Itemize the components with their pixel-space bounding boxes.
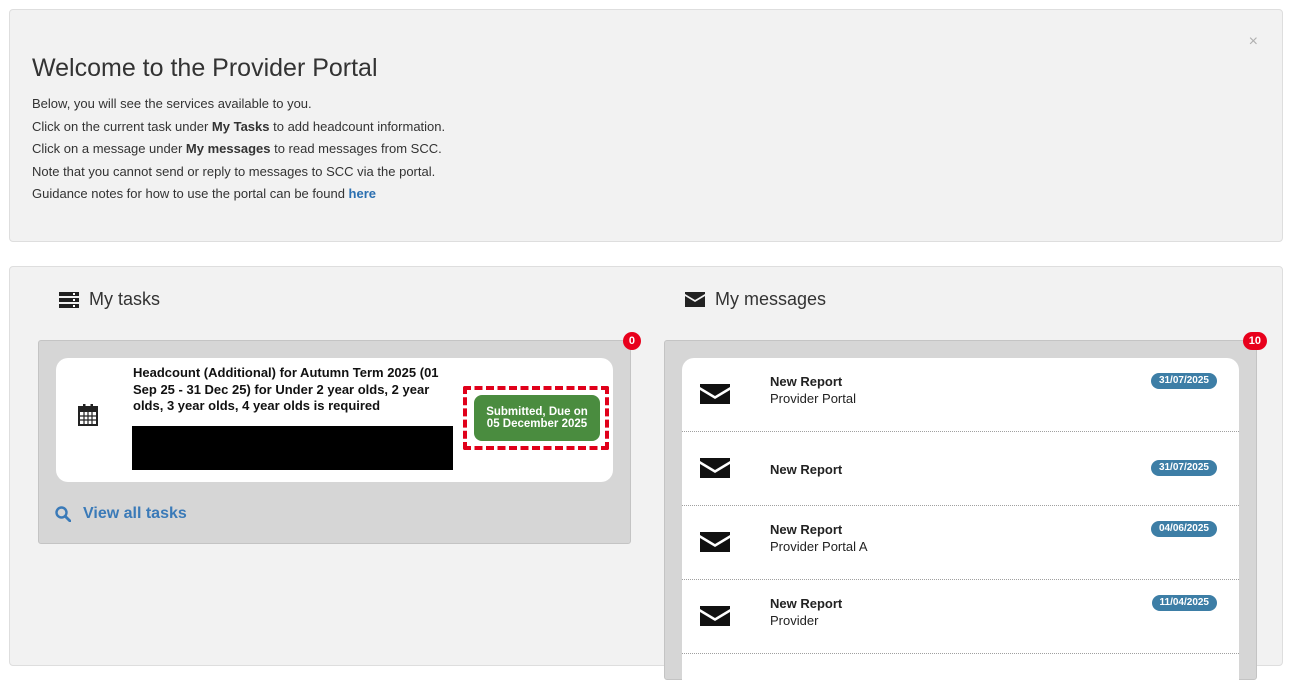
message-item[interactable]: New Report 31/07/2025 <box>682 432 1239 506</box>
message-sender: Provider <box>770 613 819 628</box>
message-item[interactable]: New Report Provider Portal 31/07/2025 <box>682 358 1239 432</box>
envelope-icon <box>700 606 730 626</box>
task-card[interactable]: Headcount (Additional) for Autumn Term 2… <box>56 358 613 482</box>
instruction-text: Guidance notes for how to use the portal… <box>32 186 349 202</box>
guidance-link[interactable]: here <box>349 186 376 201</box>
tasks-heading-label: My tasks <box>89 289 161 309</box>
messages-well: 10 New Report Provider Portal 31/07/2025… <box>664 332 1267 688</box>
message-date-badge: 04/06/2025 <box>1150 521 1217 537</box>
messages-count-badge: 10 <box>1242 332 1267 350</box>
calendar-icon <box>78 404 98 426</box>
welcome-instructions: Below, you will see the services availab… <box>32 93 445 206</box>
envelope-icon <box>685 292 705 307</box>
message-subject: New Report <box>770 374 843 389</box>
close-button[interactable]: × <box>1249 34 1258 50</box>
message-subject: New Report <box>770 596 843 611</box>
instruction-text: Click on the current task under <box>32 118 212 134</box>
tasks-count-badge: 0 <box>622 332 641 350</box>
messages-heading: My messages <box>685 289 826 310</box>
view-all-tasks-link[interactable]: View all tasks <box>55 505 187 523</box>
envelope-icon <box>700 384 730 404</box>
message-subject: New Report <box>770 462 843 477</box>
message-item[interactable]: New Report Provider Portal A 04/06/2025 <box>682 506 1239 580</box>
dashboard-panel: My tasks My messages 0 Headcount (Additi… <box>9 266 1283 688</box>
envelope-icon <box>700 458 730 478</box>
server-icon <box>59 291 79 308</box>
instruction-line-1: Below, you will see the services availab… <box>32 96 312 111</box>
message-sender: Provider Portal A <box>770 539 868 554</box>
instruction-bold: My messages <box>185 141 271 157</box>
tasks-heading: My tasks <box>59 289 160 310</box>
instruction-text: to add headcount information. <box>269 118 446 134</box>
task-status-badge: Submitted, Due on 05 December 2025 <box>474 395 600 441</box>
tasks-well: 0 Headcount (Additional) for Autumn Term… <box>38 332 641 544</box>
task-title[interactable]: Headcount (Additional) for Autumn Term 2… <box>133 365 453 415</box>
messages-heading-label: My messages <box>715 289 827 309</box>
instruction-line-3: Click on a message under My messages to … <box>32 138 445 161</box>
message-date-badge: 31/07/2025 <box>1150 460 1217 476</box>
message-subject: New Report <box>770 522 843 537</box>
message-date-badge: 11/04/2025 <box>1151 595 1217 611</box>
status-highlight: Submitted, Due on 05 December 2025 <box>463 386 609 450</box>
message-date-badge: 31/07/2025 <box>1150 373 1217 389</box>
view-all-tasks-label[interactable]: View all tasks <box>83 505 187 523</box>
instruction-line-4: Note that you cannot send or reply to me… <box>32 163 436 179</box>
welcome-panel: × Welcome to the Provider Portal Below, … <box>9 9 1283 242</box>
instruction-line-2: Click on the current task under My Tasks… <box>32 116 445 139</box>
instruction-bold: My Tasks <box>211 118 270 134</box>
message-list: New Report Provider Portal 31/07/2025 Ne… <box>682 358 1239 688</box>
redacted-block <box>132 426 453 470</box>
instruction-text: to read messages from SCC. <box>270 141 442 157</box>
instruction-line-5: Guidance notes for how to use the portal… <box>32 183 445 206</box>
envelope-icon <box>700 532 730 552</box>
welcome-title: Welcome to the Provider Portal <box>32 54 378 82</box>
message-item[interactable]: New Report Provider 11/04/2025 <box>682 580 1239 654</box>
instruction-text: Click on a message under <box>32 141 186 157</box>
search-icon <box>55 506 71 522</box>
message-sender: Provider Portal <box>770 391 856 406</box>
